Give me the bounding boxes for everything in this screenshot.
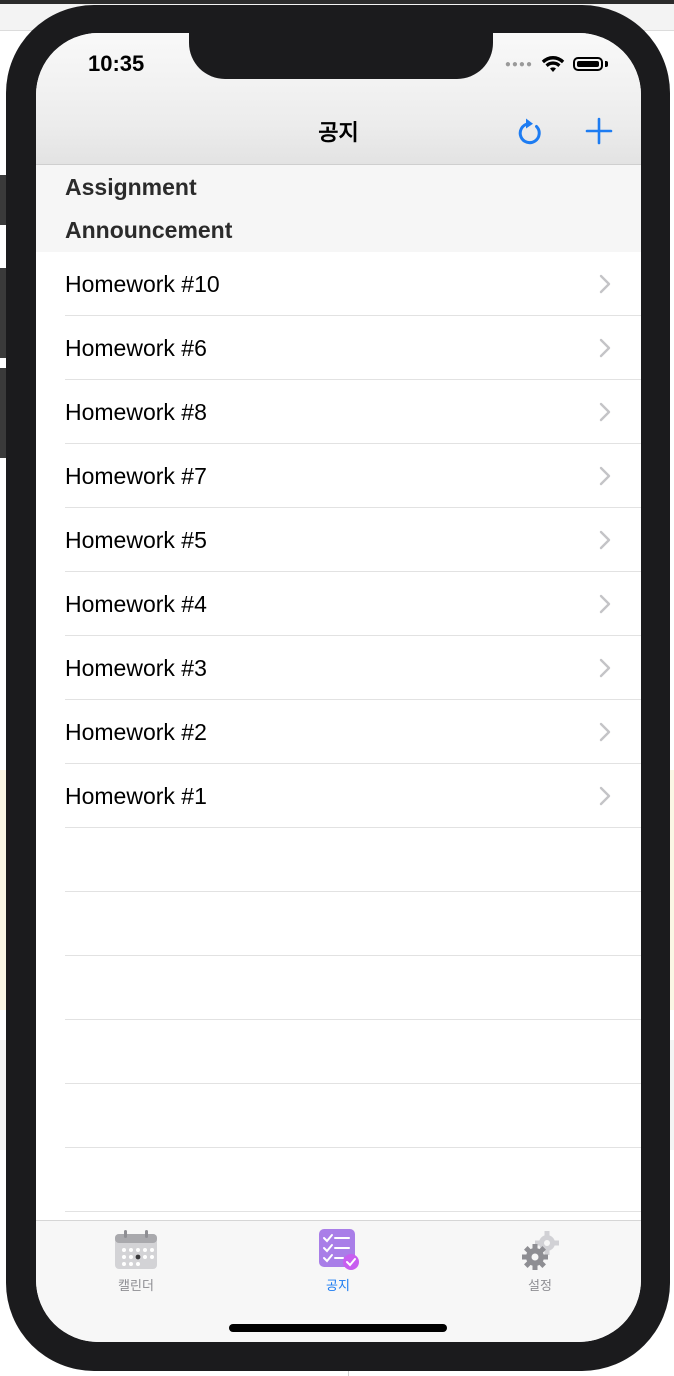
section-header-announcement: Announcement xyxy=(36,209,641,252)
empty-row xyxy=(36,828,641,892)
list-item[interactable]: Homework #8 xyxy=(36,380,641,444)
list-item-title: Homework #1 xyxy=(65,782,207,809)
phone-screen: 10:35 ●●●● 공지 Assignment Announcement Ho… xyxy=(36,33,641,1342)
tab-label: 공지 xyxy=(326,1278,350,1293)
empty-row xyxy=(36,1084,641,1148)
empty-row xyxy=(36,1020,641,1084)
chevron-right-icon xyxy=(599,722,611,742)
section-header-assignment: Assignment xyxy=(36,165,641,209)
chevron-right-icon xyxy=(599,530,611,550)
battery-nub xyxy=(605,61,608,67)
chevron-right-icon xyxy=(599,786,611,806)
chevron-right-icon xyxy=(599,466,611,486)
list-item[interactable]: Homework #7 xyxy=(36,444,641,508)
list-item[interactable]: Homework #2 xyxy=(36,700,641,764)
list-item[interactable]: Homework #4 xyxy=(36,572,641,636)
signal-icon: ●●●● xyxy=(504,58,533,70)
chevron-right-icon xyxy=(599,594,611,614)
list-item-title: Homework #8 xyxy=(65,398,207,425)
empty-row xyxy=(36,956,641,1020)
status-icons: ●●●● xyxy=(505,55,608,73)
list-item-title: Homework #3 xyxy=(65,654,207,681)
list-item-title: Homework #6 xyxy=(65,334,207,361)
chevron-right-icon xyxy=(599,658,611,678)
tab-settings[interactable]: 설정 xyxy=(480,1229,600,1294)
list-item-title: Homework #5 xyxy=(65,526,207,553)
status-time: 10:35 xyxy=(88,51,145,76)
tab-bar: 캘린더 공지 설정 xyxy=(36,1220,641,1342)
list-item[interactable]: Homework #6 xyxy=(36,316,641,380)
list-item-title: Homework #2 xyxy=(65,718,207,745)
tab-calendar[interactable]: 캘린더 xyxy=(76,1229,196,1294)
page-title: 공지 xyxy=(318,120,359,145)
chevron-right-icon xyxy=(599,402,611,422)
list-item[interactable]: Homework #1 xyxy=(36,764,641,828)
refresh-button[interactable] xyxy=(510,111,550,151)
battery-icon xyxy=(573,57,603,71)
list-item-title: Homework #7 xyxy=(65,462,207,489)
phone-frame: 10:35 ●●●● 공지 Assignment Announcement Ho… xyxy=(6,5,670,1371)
list-item[interactable]: Homework #5 xyxy=(36,508,641,572)
list-item-title: Homework #4 xyxy=(65,590,207,617)
wifi-icon xyxy=(541,56,565,72)
announcement-list: Homework #10 Homework #6 Homework #8 Hom… xyxy=(36,252,641,1212)
gear-icon xyxy=(522,1231,559,1270)
list-item-title: Homework #10 xyxy=(65,270,220,297)
list-item[interactable]: Homework #3 xyxy=(36,636,641,700)
calendar-icon xyxy=(115,1230,157,1269)
home-indicator[interactable] xyxy=(229,1324,447,1332)
list-item[interactable]: Homework #10 xyxy=(36,252,641,316)
tab-label: 캘린더 xyxy=(118,1278,154,1293)
device-notch xyxy=(189,33,493,79)
chevron-right-icon xyxy=(599,338,611,358)
empty-row xyxy=(36,1148,641,1212)
tab-notice[interactable]: 공지 xyxy=(278,1229,398,1294)
add-button[interactable] xyxy=(579,111,619,151)
checklist-icon xyxy=(319,1229,359,1270)
empty-row xyxy=(36,892,641,956)
refresh-icon xyxy=(518,118,541,145)
chevron-right-icon xyxy=(599,274,611,294)
tab-label: 설정 xyxy=(528,1278,552,1293)
add-icon xyxy=(585,117,613,145)
